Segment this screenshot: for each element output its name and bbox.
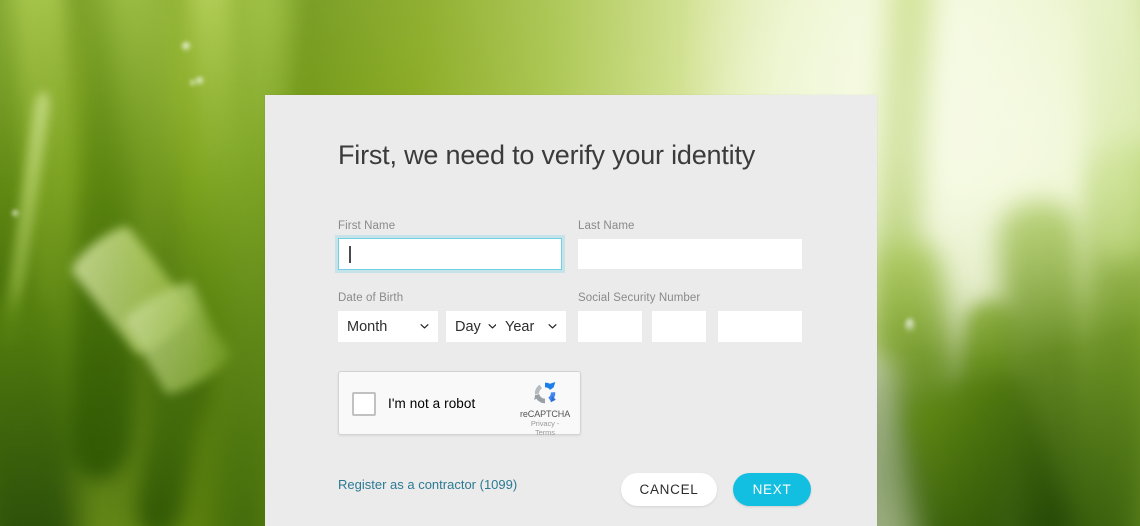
dob-month-value: Month [347, 318, 388, 335]
next-button[interactable]: NEXT [733, 473, 811, 506]
ssn-part1-input[interactable] [578, 311, 642, 342]
chevron-down-icon [420, 321, 429, 330]
dob-day-value: Day [455, 318, 481, 335]
cancel-button[interactable]: CANCEL [621, 473, 717, 506]
dob-month-select[interactable]: Month [338, 311, 438, 342]
ssn-label: Social Security Number [578, 292, 701, 304]
recaptcha-branding: reCAPTCHA Privacy - Terms [520, 378, 570, 437]
date-of-birth-label: Date of Birth [338, 292, 404, 304]
chevron-down-icon [548, 321, 557, 330]
page-title: First, we need to verify your identity [338, 140, 756, 170]
register-contractor-link[interactable]: Register as a contractor (1099) [338, 477, 517, 492]
first-name-label: First Name [338, 220, 396, 232]
dob-year-value: Year [505, 318, 535, 335]
first-name-input[interactable] [338, 238, 562, 270]
recaptcha-brand-text: reCAPTCHA [520, 409, 571, 419]
app-screen: First, we need to verify your identity F… [0, 0, 1140, 526]
recaptcha-label: I'm not a robot [388, 396, 476, 411]
verify-identity-panel: First, we need to verify your identity F… [265, 95, 877, 526]
recaptcha-terms-text[interactable]: Privacy - Terms [520, 419, 570, 437]
last-name-input[interactable] [578, 239, 802, 269]
ssn-part3-input[interactable] [718, 311, 802, 342]
recaptcha-checkbox[interactable] [352, 392, 376, 416]
text-caret [349, 246, 351, 263]
recaptcha-logo-icon [520, 378, 570, 408]
ssn-part2-input[interactable] [652, 311, 706, 342]
dob-year-select[interactable]: Year [496, 311, 566, 342]
last-name-label: Last Name [578, 220, 635, 232]
recaptcha-widget[interactable]: I'm not a robot reCAPTCHA Privacy - Term… [338, 371, 581, 437]
